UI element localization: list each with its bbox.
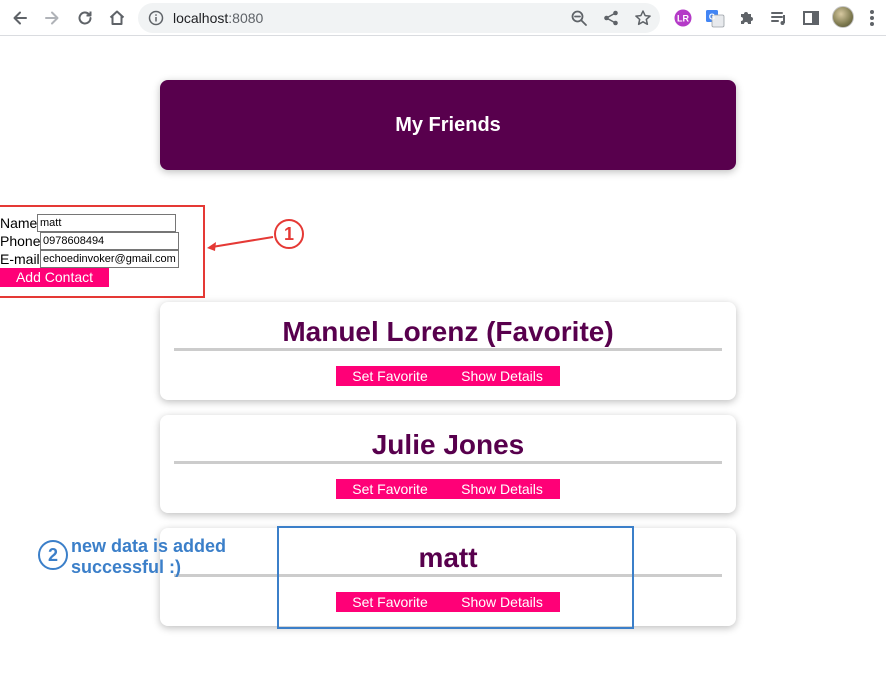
email-label: E-mail: [0, 251, 40, 267]
card-actions: Set Favorite Show Details: [336, 366, 560, 386]
side-panel-icon[interactable]: [800, 7, 822, 29]
annotation-arrow: [207, 236, 274, 251]
card-divider: [174, 348, 722, 351]
phone-row: Phone: [0, 232, 180, 250]
phone-input[interactable]: [40, 232, 179, 250]
url-port: :8080: [228, 10, 264, 26]
friend-name: Manuel Lorenz (Favorite): [282, 316, 614, 347]
url-text: localhost:8080: [173, 9, 263, 27]
card-actions: Set Favorite Show Details: [336, 479, 560, 499]
svg-text:LR: LR: [677, 14, 689, 24]
puzzle-extensions-icon[interactable]: [736, 7, 758, 29]
add-contact-button[interactable]: Add Contact: [0, 268, 109, 287]
card-actions: Set Favorite Show Details: [336, 592, 560, 612]
page-title: My Friends: [395, 113, 501, 136]
email-input[interactable]: [40, 250, 179, 268]
show-details-button[interactable]: Show Details: [444, 592, 560, 612]
back-icon[interactable]: [10, 8, 30, 28]
google-translate-icon[interactable]: G: [704, 7, 726, 29]
share-icon[interactable]: [602, 9, 620, 27]
annotation-step-2-text: new data is added successful :): [71, 536, 227, 577]
name-row: Name: [0, 214, 180, 232]
zoom-icon[interactable]: [570, 9, 588, 27]
friend-name: Julie Jones: [371, 429, 525, 460]
show-details-button[interactable]: Show Details: [444, 366, 560, 386]
profile-avatar[interactable]: [832, 6, 854, 28]
set-favorite-button[interactable]: Set Favorite: [336, 592, 444, 612]
extension-lr-icon[interactable]: LR: [672, 7, 694, 29]
friend-card: Manuel Lorenz (Favorite) Set Favorite Sh…: [160, 302, 736, 400]
menu-dots-icon[interactable]: [864, 8, 880, 28]
info-icon[interactable]: [148, 10, 164, 26]
url-host: localhost: [173, 10, 229, 26]
name-label: Name: [0, 215, 38, 231]
bookmark-star-icon[interactable]: [634, 9, 652, 27]
set-favorite-button[interactable]: Set Favorite: [336, 479, 444, 499]
set-favorite-button[interactable]: Set Favorite: [336, 366, 444, 386]
name-input[interactable]: [37, 214, 176, 232]
home-icon[interactable]: [107, 8, 127, 28]
annotation-step-1: 1: [274, 219, 304, 249]
browser-toolbar: localhost:8080 LR G: [0, 0, 886, 36]
address-bar[interactable]: localhost:8080: [138, 3, 660, 33]
friend-card: Julie Jones Set Favorite Show Details: [160, 415, 736, 513]
email-row: E-mail: [0, 250, 180, 268]
media-queue-icon[interactable]: [768, 7, 790, 29]
forward-icon[interactable]: [42, 8, 62, 28]
phone-label: Phone: [0, 233, 41, 249]
svg-text:G: G: [709, 13, 715, 22]
app-header: My Friends: [160, 80, 736, 170]
card-divider: [174, 461, 722, 464]
reload-icon[interactable]: [75, 8, 95, 28]
show-details-button[interactable]: Show Details: [444, 479, 560, 499]
annotation-step-2: 2: [38, 540, 68, 570]
